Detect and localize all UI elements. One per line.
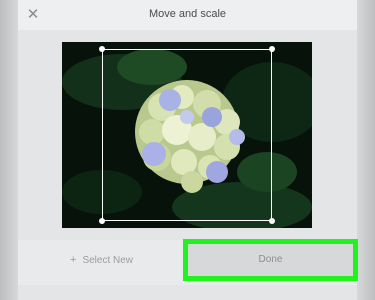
crop-handle-top-right[interactable] [269,46,275,52]
dialog-title: Move and scale [148,8,227,20]
done-button[interactable]: Done [188,244,353,276]
crop-handle-bottom-left[interactable] [99,218,105,224]
crop-handle-top-left[interactable] [99,46,105,52]
backdrop-left [0,0,18,300]
plus-icon: + [70,254,77,266]
backdrop-right [357,0,375,300]
select-new-button[interactable]: + Select New [70,254,133,266]
photo-preview [62,42,312,228]
move-and-scale-dialog: ✕ Move and scale + Select New Done [18,0,358,300]
screen: ✕ Move and scale + Select New Done [0,0,375,300]
select-new-label: Select New [82,255,134,266]
crop-frame[interactable] [99,46,275,224]
dialog-titlebar: ✕ Move and scale [18,0,357,30]
crop-handle-bottom-right[interactable] [269,218,275,224]
